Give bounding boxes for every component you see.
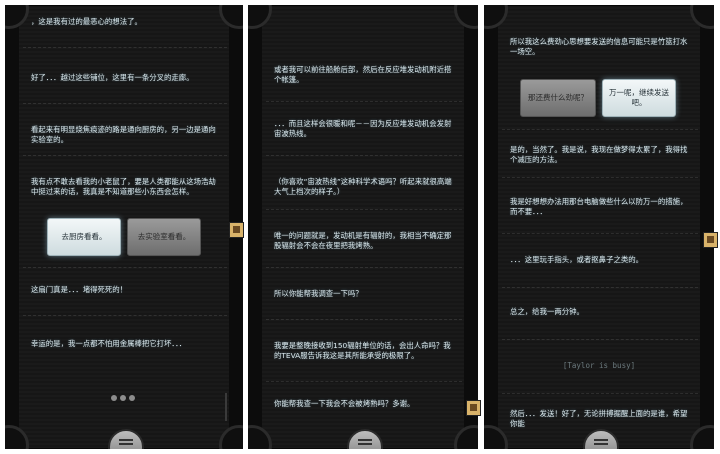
divider (23, 47, 227, 48)
divider (23, 103, 227, 104)
message-text: 唯一的问题就是，发动机是有辐射的，我相当不确定那股辐射会不会在夜里把我烤熟。 (274, 231, 452, 250)
frame-corner (484, 425, 508, 449)
divider (266, 267, 462, 268)
message-text: 看起来有明显烧焦痕迹的路是通向厨房的，另一边是通向实验室的。 (31, 125, 216, 144)
divider (266, 319, 462, 320)
frame-left (484, 5, 498, 449)
status-text: [Taylor is busy] (562, 361, 636, 370)
message-text: ．．．而且这样会很暖和呢－－因为反应堆发动机会发射宙波热线。 (274, 119, 452, 138)
divider (266, 155, 462, 156)
message-text: 所以你能帮我调查一下吗？ (274, 289, 363, 298)
divider (502, 233, 698, 234)
message-text: 或者我可以前往船舱后部，然后在反应堆发动机附近搭个帐篷。 (274, 65, 452, 84)
frame-left (248, 5, 262, 449)
frame-left (5, 5, 19, 449)
message-text: ．．．这里玩手指头，或者抠鼻子之类的。 (510, 255, 644, 264)
message-text: 我有点不敢去看我的小老鼠了，要是人类都能从这场浩劫中挺过来的话，我真是不知道那些… (31, 177, 216, 196)
divider (23, 155, 227, 156)
frame-corner (5, 425, 29, 449)
message-text: 你能帮我查一下我会不会被烤熟吗？多谢。 (274, 399, 415, 408)
divider (23, 267, 227, 268)
message-text: 然后．．．发送！好了，无论拼搏掘醒上面的是谁，希望你能 (510, 409, 688, 428)
side-tab-icon[interactable] (229, 222, 244, 238)
frame-right (464, 5, 478, 449)
frame-corner (5, 5, 29, 29)
message-text: 是的，当然了。我是说，我现在做梦得太累了，我得找个减压的方法。 (510, 145, 688, 164)
screen-panel-3: 所以我这么费劲心思想要发送的信息可能只是竹篮打水一场空。 那还费什么劲呢？ 万一… (484, 5, 714, 449)
frame-corner (248, 5, 272, 29)
divider (266, 101, 462, 102)
frame-corner (690, 5, 714, 29)
divider (502, 393, 698, 394)
screen-panel-1: ，这是我有过的最恶心的想法了。 好了．．．越过这些铺位，这里有一条分叉的走廊。 … (5, 5, 243, 449)
divider (502, 129, 698, 130)
message-text: 幸运的是，我一点都不怕用金属棒把它打坏．．． (31, 339, 187, 348)
choice-button-why-bother[interactable]: 那还费什么劲呢？ (520, 79, 596, 117)
side-tab-icon[interactable] (703, 232, 718, 248)
message-text: 这扇门真是．．．堵得死死的！ (31, 285, 128, 294)
message-text: ，这是我有过的最恶心的想法了。 (31, 17, 142, 26)
message-text: 总之，给我一两分钟。 (510, 307, 584, 316)
message-text: 所以我这么费劲心思想要发送的信息可能只是竹篮打水一场空。 (510, 37, 688, 56)
choice-button-kitchen[interactable]: 去厨房看看。 (47, 218, 121, 256)
message-text: 我要是整晚接收到150辐射单位的话，会出人命吗？我的TEVA服告诉我这是其所能承… (274, 341, 451, 360)
menu-button[interactable] (583, 429, 619, 449)
message-text: 我是好想想办法用那台电脑做些什么以防万一的措施，而不要．．． (510, 197, 688, 216)
menu-button[interactable] (347, 429, 383, 449)
divider (502, 287, 698, 288)
screen-panel-2: 或者我可以前往船舱后部，然后在反应堆发动机附近搭个帐篷。 ．．．而且这样会很暖和… (248, 5, 478, 449)
divider (502, 339, 698, 340)
typing-indicator (111, 395, 135, 401)
choice-button-keep-sending[interactable]: 万一呢，继续发送吧。 (602, 79, 676, 117)
message-text: （你喜欢“宙波热线”这种科学术语吗？听起来就很高端大气上档次的样子。） (274, 177, 452, 196)
frame-right (700, 5, 714, 449)
divider (266, 209, 462, 210)
choice-button-lab[interactable]: 去实验室看看。 (127, 218, 201, 256)
frame-corner (219, 425, 243, 449)
menu-button[interactable] (108, 429, 144, 449)
scrollbar[interactable] (225, 393, 227, 421)
frame-corner (454, 5, 478, 29)
divider (266, 381, 462, 382)
message-text: 好了．．．越过这些铺位，这里有一条分叉的走廊。 (31, 73, 194, 82)
frame-corner (454, 425, 478, 449)
side-tab-icon[interactable] (466, 400, 481, 416)
divider (23, 315, 227, 316)
frame-corner (248, 425, 272, 449)
divider (502, 177, 698, 178)
frame-corner (484, 5, 508, 29)
